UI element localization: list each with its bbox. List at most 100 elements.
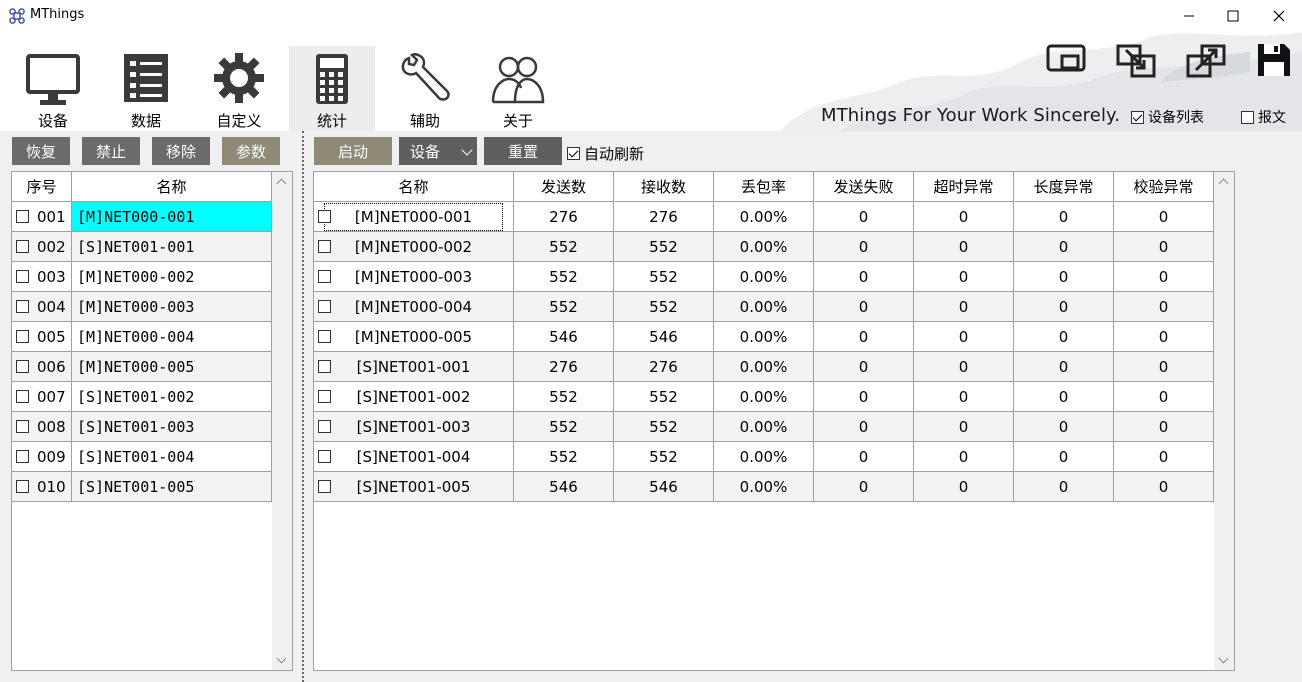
statistics-row[interactable]: [S]NET001-005 546 546 0.00% 0 0 0 0: [314, 472, 1214, 502]
column-header-index[interactable]: 序号: [12, 172, 72, 201]
window-restore-icon[interactable]: [1044, 42, 1088, 80]
row-checkbox[interactable]: [16, 390, 29, 403]
statistics-row[interactable]: [S]NET001-003 552 552 0.00% 0 0 0 0: [314, 412, 1214, 442]
column-header-sent[interactable]: 发送数: [514, 172, 614, 201]
column-header-received[interactable]: 接收数: [614, 172, 714, 201]
row-checkbox[interactable]: [318, 480, 331, 493]
statistics-row[interactable]: [M]NET000-002 552 552 0.00% 0 0 0 0: [314, 232, 1214, 262]
row-checkbox[interactable]: [16, 360, 29, 373]
statistics-panel: 名称 发送数 接收数 丢包率 发送失败 超时异常 长度异常 校验异常 [M]NE…: [313, 171, 1235, 671]
device-list-row[interactable]: 003 [M]NET000-002: [12, 262, 272, 292]
device-list-row[interactable]: 001 [M]NET000-001: [12, 202, 272, 232]
column-header-name[interactable]: 名称: [314, 172, 514, 201]
cell-send-failed: 0: [814, 412, 914, 441]
message-checkbox[interactable]: [1241, 110, 1254, 124]
left-scrollbar[interactable]: [272, 172, 292, 670]
restore-button[interactable]: 恢复: [12, 137, 70, 165]
nav-statistics[interactable]: 统计: [289, 46, 375, 131]
row-checkbox[interactable]: [318, 240, 331, 253]
row-checkbox[interactable]: [318, 330, 331, 343]
scroll-down-icon[interactable]: [276, 653, 287, 664]
auto-refresh-toggle[interactable]: 自动刷新: [567, 143, 644, 164]
right-scrollbar[interactable]: [1214, 172, 1234, 670]
statistics-row[interactable]: [S]NET001-002 552 552 0.00% 0 0 0 0: [314, 382, 1214, 412]
row-checkbox[interactable]: [318, 390, 331, 403]
row-index-cell: 006: [12, 352, 72, 381]
start-button[interactable]: 启动: [314, 137, 392, 165]
row-checkbox[interactable]: [16, 330, 29, 343]
scroll-up-icon[interactable]: [1218, 178, 1229, 189]
column-header-send-failed[interactable]: 发送失败: [814, 172, 914, 201]
column-header-name[interactable]: 名称: [72, 172, 272, 201]
close-button[interactable]: [1256, 0, 1302, 32]
row-checkbox[interactable]: [318, 270, 331, 283]
row-checkbox[interactable]: [16, 240, 29, 253]
row-name: [S]NET001-001: [72, 232, 272, 261]
row-checkbox[interactable]: [16, 420, 29, 433]
device-list-toggle[interactable]: 设备列表: [1131, 107, 1204, 127]
row-checkbox[interactable]: [16, 450, 29, 463]
device-dropdown[interactable]: 设备: [399, 137, 477, 165]
nav-custom[interactable]: 自定义: [196, 46, 282, 131]
row-checkbox[interactable]: [318, 450, 331, 463]
row-checkbox[interactable]: [318, 360, 331, 373]
statistics-row[interactable]: [S]NET001-004 552 552 0.00% 0 0 0 0: [314, 442, 1214, 472]
cell-checksum-error: 0: [1114, 232, 1214, 261]
device-list-checkbox[interactable]: [1131, 110, 1144, 124]
row-checkbox[interactable]: [16, 270, 29, 283]
nav-data[interactable]: 数据: [103, 46, 189, 131]
statistics-row[interactable]: [M]NET000-003 552 552 0.00% 0 0 0 0: [314, 262, 1214, 292]
row-checkbox[interactable]: [318, 420, 331, 433]
row-checkbox[interactable]: [16, 480, 29, 493]
right-margin: [1235, 131, 1302, 682]
device-list-row[interactable]: 010 [S]NET001-005: [12, 472, 272, 502]
device-list-row[interactable]: 007 [S]NET001-002: [12, 382, 272, 412]
device-list-row[interactable]: 002 [S]NET001-001: [12, 232, 272, 262]
cell-received: 546: [614, 322, 714, 351]
scroll-down-icon[interactable]: [1218, 653, 1229, 664]
title-bar: MThings: [0, 0, 1302, 32]
auto-refresh-checkbox[interactable]: [567, 147, 580, 160]
cell-checksum-error: 0: [1114, 292, 1214, 321]
maximize-button[interactable]: [1210, 0, 1256, 32]
disable-button[interactable]: 禁止: [82, 137, 140, 165]
params-button[interactable]: 参数: [222, 137, 280, 165]
device-list-row[interactable]: 008 [S]NET001-003: [12, 412, 272, 442]
device-list-row[interactable]: 006 [M]NET000-005: [12, 352, 272, 382]
row-index: 005: [37, 327, 66, 346]
nav-about-label: 关于: [502, 112, 533, 130]
statistics-row[interactable]: [M]NET000-004 552 552 0.00% 0 0 0 0: [314, 292, 1214, 322]
cell-length-error: 0: [1014, 292, 1114, 321]
device-list-row[interactable]: 009 [S]NET001-004: [12, 442, 272, 472]
row-checkbox[interactable]: [16, 210, 29, 223]
cell-checksum-error: 0: [1114, 262, 1214, 291]
remove-button[interactable]: 移除: [152, 137, 210, 165]
minimize-icon: [1184, 15, 1194, 17]
column-header-timeout[interactable]: 超时异常: [914, 172, 1014, 201]
nav-assist[interactable]: 辅助: [382, 46, 468, 131]
device-list-row[interactable]: 004 [M]NET000-003: [12, 292, 272, 322]
shrink-window-icon[interactable]: [1114, 42, 1158, 80]
column-header-length-error[interactable]: 长度异常: [1014, 172, 1114, 201]
scroll-up-icon[interactable]: [276, 178, 287, 189]
minimize-button[interactable]: [1166, 0, 1212, 32]
row-checkbox[interactable]: [318, 300, 331, 313]
nav-device[interactable]: 设备: [10, 46, 96, 131]
message-toggle[interactable]: 报文: [1241, 107, 1286, 127]
row-name: [M]NET000-002: [72, 262, 272, 291]
row-checkbox[interactable]: [318, 210, 331, 223]
row-checkbox[interactable]: [16, 300, 29, 313]
statistics-row[interactable]: [M]NET000-005 546 546 0.00% 0 0 0 0: [314, 322, 1214, 352]
column-header-checksum-error[interactable]: 校验异常: [1114, 172, 1214, 201]
column-header-loss-rate[interactable]: 丢包率: [714, 172, 814, 201]
reset-button[interactable]: 重置: [484, 137, 562, 165]
cell-length-error: 0: [1014, 472, 1114, 501]
popout-window-icon[interactable]: [1184, 42, 1228, 80]
panel-splitter[interactable]: [302, 131, 304, 682]
statistics-row[interactable]: [S]NET001-001 276 276 0.00% 0 0 0 0: [314, 352, 1214, 382]
save-icon[interactable]: [1254, 40, 1294, 80]
statistics-row[interactable]: [M]NET000-001 276 276 0.00% 0 0 0 0: [314, 202, 1214, 232]
nav-about[interactable]: 关于: [475, 46, 561, 131]
cell-loss-rate: 0.00%: [714, 322, 814, 351]
device-list-row[interactable]: 005 [M]NET000-004: [12, 322, 272, 352]
